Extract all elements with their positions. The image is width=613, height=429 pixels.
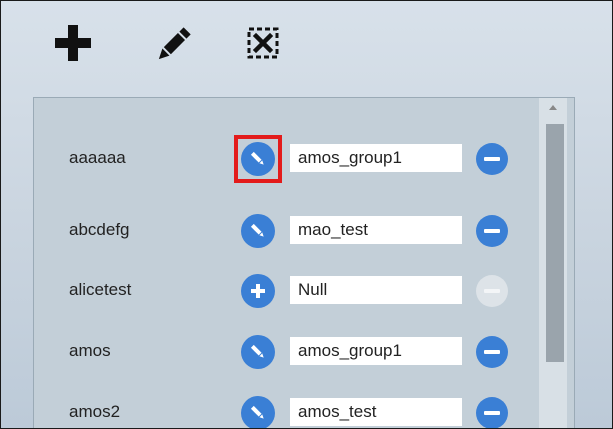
- list-item: abcdefg: [34, 211, 534, 251]
- remove-group-button[interactable]: [476, 215, 508, 247]
- remove-group-button[interactable]: [476, 336, 508, 368]
- user-name: amos2: [69, 402, 121, 421]
- group-field[interactable]: [290, 144, 462, 172]
- list-item: amos: [34, 332, 534, 372]
- window-frame: aaaaaa abcdefg: [0, 0, 613, 429]
- pencil-icon: [250, 223, 264, 237]
- plus-icon: [55, 25, 91, 61]
- chevron-up-icon: [549, 105, 557, 110]
- user-list-panel[interactable]: aaaaaa abcdefg: [33, 97, 575, 428]
- edit-group-button[interactable]: [241, 396, 275, 428]
- edit-group-button[interactable]: [241, 335, 275, 369]
- list-item: alicetest: [34, 271, 534, 311]
- delete-button[interactable]: [245, 23, 293, 71]
- vertical-scrollbar[interactable]: [539, 98, 567, 428]
- list-item: amos2: [34, 393, 534, 428]
- close-box-icon: [247, 27, 279, 59]
- scroll-up-button[interactable]: [539, 98, 567, 118]
- edit-group-button[interactable]: [241, 142, 275, 176]
- group-field[interactable]: [290, 216, 462, 244]
- user-name: alicetest: [69, 280, 132, 299]
- pencil-icon: [250, 151, 264, 165]
- scrollbar-thumb[interactable]: [546, 124, 564, 362]
- edit-button[interactable]: [151, 23, 199, 71]
- add-button[interactable]: [53, 23, 101, 71]
- remove-group-button: [476, 275, 508, 307]
- remove-group-button[interactable]: [476, 143, 508, 175]
- user-name: amos: [69, 341, 111, 360]
- pencil-icon: [158, 27, 191, 60]
- group-field[interactable]: [290, 337, 462, 365]
- pencil-icon: [250, 344, 264, 358]
- toolbar: [1, 1, 612, 91]
- edit-group-button[interactable]: [241, 214, 275, 248]
- group-field[interactable]: [290, 276, 462, 304]
- plus-icon: [251, 284, 265, 298]
- add-group-button[interactable]: [241, 274, 275, 308]
- remove-group-button[interactable]: [476, 397, 508, 428]
- list-item: aaaaaa: [34, 135, 534, 183]
- user-name: abcdefg: [69, 220, 130, 239]
- group-field[interactable]: [290, 398, 462, 426]
- user-name: aaaaaa: [69, 148, 126, 167]
- pencil-icon: [250, 405, 264, 419]
